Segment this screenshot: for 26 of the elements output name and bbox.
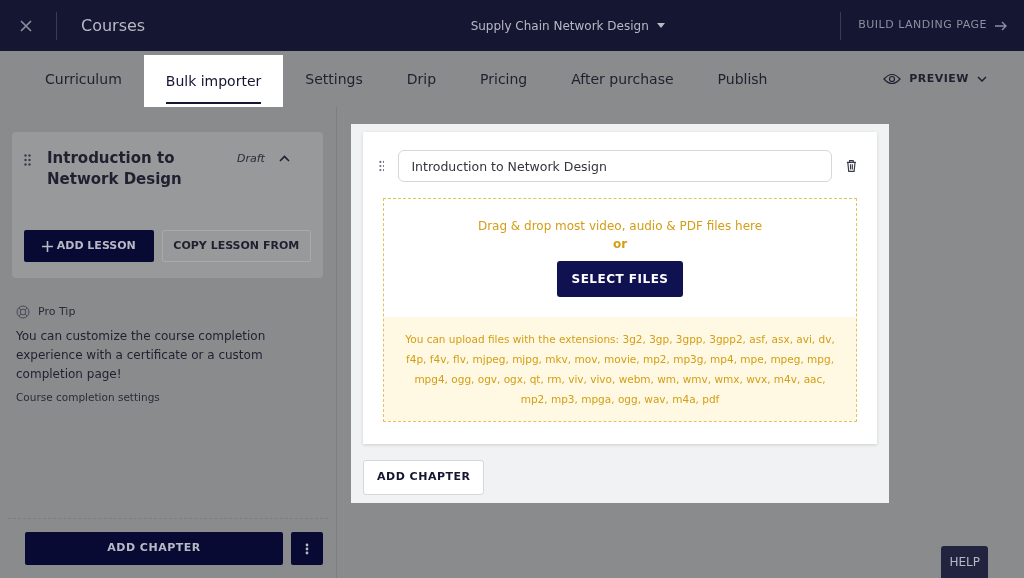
pro-tip-title: Pro Tip — [38, 304, 76, 320]
file-extensions-note: You can upload files with the extensions: 3g2, 3gp, 3gpp, 3gpp2, asf, asx, avi, dv, f4p, f4v, flv, mjpeg, mjpg, mkv, mov, movie, mp2, mp3g, mp4, mpe, mpeg, mpg, mpg4, ogg, ogv, ogx, qt, rm, viv, vivo, webm, wm, wmv, wmx, wvx, m4v, aac, mp2, mp3, mpga, ogg, wav, m4a, pdf — [384, 317, 856, 421]
chapter-title: Introduction to Network Design — [47, 148, 183, 190]
preview-button[interactable]: PREVIEW — [882, 70, 988, 89]
course-selector[interactable]: Supply Chain Network Design — [469, 15, 666, 36]
chapter-title-field[interactable]: Introduction to Network Design — [398, 150, 833, 182]
tab[interactable]: Bulk importer — [143, 55, 284, 107]
tab[interactable]: Publish — [695, 51, 790, 107]
course-completion-settings-link[interactable]: Course completion settings — [16, 389, 160, 406]
status-label: Draft — [237, 151, 265, 167]
add-chapter-button[interactable]: ADD CHAPTER — [25, 532, 283, 565]
tab[interactable]: After purchase — [549, 51, 696, 107]
help-button[interactable]: HELP — [941, 546, 988, 578]
build-landing-page-button[interactable]: BUILD LANDING PAGE — [857, 16, 1008, 35]
tab[interactable]: Settings — [283, 51, 385, 107]
tab[interactable]: Pricing — [458, 51, 550, 107]
tab[interactable]: Drip — [384, 51, 459, 107]
pro-tip-text: You can customize the course completion experience with a certificate or a custom completion page! — [16, 327, 267, 383]
drop-instructions: Drag & drop most video, audio & PDF files here — [476, 218, 764, 235]
select-files-button[interactable]: SELECT FILES — [557, 261, 683, 297]
or-label: or — [611, 236, 629, 253]
copy-lesson-button[interactable]: COPY LESSON FROM — [161, 230, 311, 262]
page-title: Courses — [81, 14, 146, 37]
add-lesson-button[interactable]: ADD LESSON — [24, 230, 154, 262]
tab[interactable]: Curriculum — [23, 51, 144, 107]
add-chapter-button[interactable]: ADD CHAPTER — [363, 460, 485, 495]
